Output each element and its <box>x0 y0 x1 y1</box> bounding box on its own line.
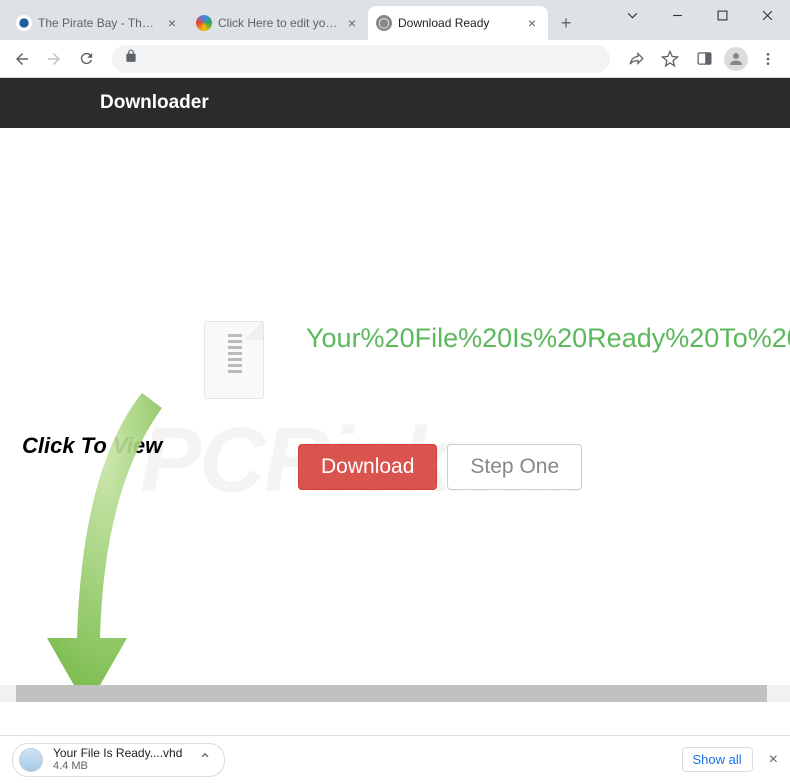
back-button[interactable] <box>8 45 36 73</box>
forward-button[interactable] <box>40 45 68 73</box>
toolbar-actions <box>622 45 782 73</box>
menu-icon[interactable] <box>754 45 782 73</box>
page-title: Downloader <box>100 92 209 114</box>
close-icon[interactable]: × <box>344 15 360 31</box>
page-viewport: Downloader PCRisk.com Your%20File%20Is%2… <box>0 78 790 702</box>
new-tab-button[interactable]: + <box>552 9 580 37</box>
browser-toolbar <box>0 40 790 78</box>
tab-strip: The Pirate Bay - The gal × Click Here to… <box>0 6 610 40</box>
reload-button[interactable] <box>72 45 100 73</box>
favicon-icon <box>196 15 212 31</box>
window-close-button[interactable] <box>745 0 790 30</box>
globe-icon: ◯ <box>376 15 392 31</box>
zipper-icon <box>228 334 242 374</box>
browser-tab-2[interactable]: ◯ Download Ready × <box>368 6 548 40</box>
tab-title: Click Here to edit your L <box>218 16 338 30</box>
close-icon[interactable]: × <box>524 15 540 31</box>
sidepanel-icon[interactable] <box>690 45 718 73</box>
file-zip-icon <box>204 321 264 399</box>
favicon-icon <box>16 15 32 31</box>
star-icon[interactable] <box>656 45 684 73</box>
close-icon[interactable]: × <box>164 15 180 31</box>
ready-headline: Your%20File%20Is%20Ready%20To%20 <box>306 323 790 354</box>
downloads-bar: Your File Is Ready....vhd 4.4 MB ⌃ Show … <box>0 735 790 783</box>
page-header: Downloader <box>0 78 790 128</box>
download-item[interactable]: Your File Is Ready....vhd 4.4 MB ⌃ <box>12 743 225 777</box>
horizontal-scrollbar[interactable] <box>0 685 790 702</box>
browser-tab-0[interactable]: The Pirate Bay - The gal × <box>8 6 188 40</box>
page-content: PCRisk.com Your%20File%20Is%20Ready%20To… <box>0 128 790 702</box>
download-filename: Your File Is Ready....vhd <box>53 747 182 760</box>
share-icon[interactable] <box>622 45 650 73</box>
chevron-up-icon[interactable]: ⌃ <box>198 750 211 770</box>
step-one-button[interactable]: Step One <box>447 444 582 490</box>
show-all-button[interactable]: Show all <box>682 747 753 772</box>
download-button[interactable]: Download <box>298 444 437 490</box>
tab-title: Download Ready <box>398 16 518 30</box>
chevron-down-icon[interactable] <box>610 0 655 30</box>
window-titlebar: The Pirate Bay - The gal × Click Here to… <box>0 0 790 40</box>
scrollbar-thumb[interactable] <box>16 685 767 702</box>
address-bar[interactable] <box>112 45 610 73</box>
download-filesize: 4.4 MB <box>53 760 182 772</box>
arrow-down-icon <box>22 388 182 702</box>
browser-tab-1[interactable]: Click Here to edit your L × <box>188 6 368 40</box>
maximize-button[interactable] <box>700 0 745 30</box>
lock-icon <box>124 49 138 68</box>
profile-avatar[interactable] <box>724 47 748 71</box>
close-icon[interactable]: × <box>769 751 778 769</box>
tab-title: The Pirate Bay - The gal <box>38 16 158 30</box>
minimize-button[interactable] <box>655 0 700 30</box>
window-controls <box>610 0 790 30</box>
file-icon <box>19 748 43 772</box>
